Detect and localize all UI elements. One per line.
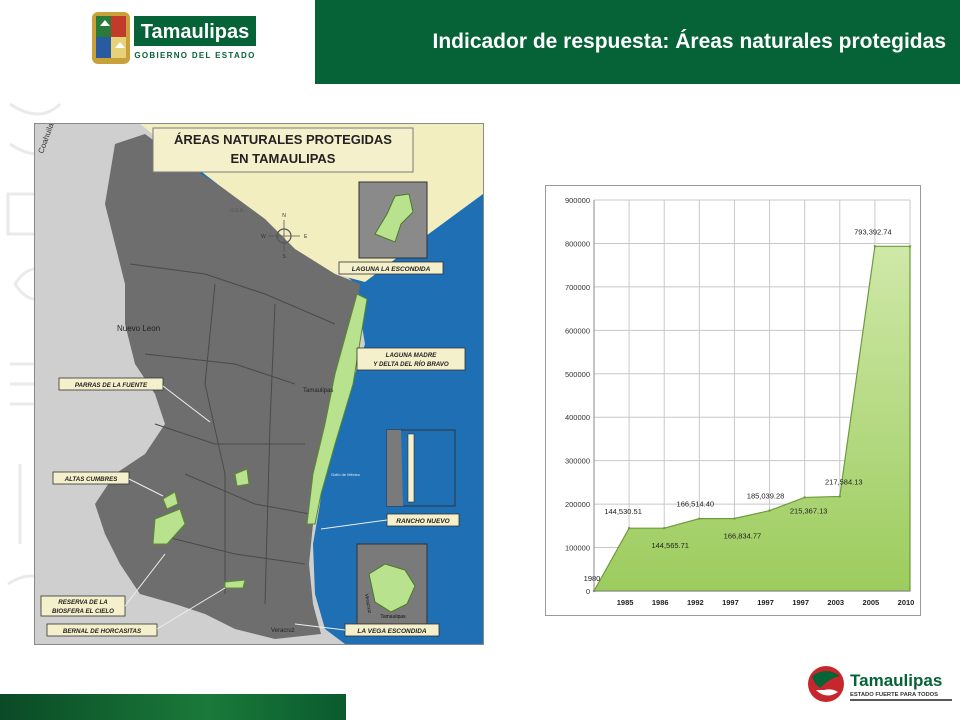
x-tick-label: 2005 [863, 598, 880, 607]
nuevo-leon-label: Nuevo Leon [117, 324, 160, 333]
svg-text:N: N [282, 213, 286, 219]
y-tick-label: 0 [586, 587, 590, 596]
x-tick-label: 1986 [652, 598, 669, 607]
inset-tamaulipas-label: Tamaulipas [380, 614, 406, 620]
data-label: 185,039.28 [747, 492, 785, 501]
data-point [627, 527, 631, 530]
tamaulipas-label: Tamaulipas [303, 388, 333, 394]
x-tick-label: 2010 [898, 598, 915, 607]
label-laguna-escondida: LAGUNA LA ESCONDIDA [352, 266, 431, 273]
footer-logo-slogan: ESTADO FUERTE PARA TODOS [850, 692, 938, 698]
tamaulipas-swirl-icon [808, 666, 844, 702]
data-label: 217,584.13 [825, 477, 863, 486]
map-title-line2: EN TAMAULIPAS [231, 151, 336, 166]
footer-logo-name: Tamaulipas [850, 671, 942, 690]
y-tick-label: 800000 [565, 239, 590, 248]
x-tick-label: 1992 [687, 598, 704, 607]
data-label: 215,367.13 [790, 506, 828, 515]
label-laguna-madre-2: Y DELTA DEL RÍO BRAVO [373, 361, 449, 368]
page-title: Indicador de respuesta: Áreas naturales … [432, 30, 947, 53]
data-label: 166,834.77 [724, 532, 762, 541]
y-tick-label: 900000 [565, 196, 590, 205]
data-point [908, 245, 912, 248]
logo-subtitle: GOBIERNO DEL ESTADO [134, 51, 255, 60]
data-point [838, 495, 841, 498]
x-tick-label: 2003 [827, 598, 844, 607]
label-reserva-2: BIOSFERA EL CIELO [52, 608, 114, 615]
label-parras: PARRAS DE LA FUENTE [75, 382, 148, 389]
x-tick-label: 1985 [617, 598, 634, 607]
data-point [663, 526, 666, 530]
y-tick-label: 500000 [565, 370, 590, 379]
data-label: 144,530.51 [604, 507, 642, 516]
data-point [698, 517, 701, 520]
svg-text:W: W [261, 234, 266, 240]
data-label: 144,565.71 [651, 541, 689, 550]
data-point [768, 509, 771, 512]
data-point [803, 496, 806, 499]
logo-name: Tamaulipas [141, 21, 250, 43]
protected-area-bernal [224, 579, 246, 589]
gulf-label: Golfo de México [331, 472, 361, 477]
footer-bar [0, 694, 346, 720]
x-tick-label: 1997 [792, 598, 809, 607]
y-tick-label: 600000 [565, 326, 590, 335]
usa-label: U.S.A. [230, 208, 244, 214]
protected-area-chart: 0 100000 200000 300000 400000 500000 600000 700… [545, 185, 921, 616]
veracruz-label: Veracruz [271, 628, 295, 634]
area-chart-svg: 0 100000 200000 300000 400000 500000 600000 700… [565, 196, 915, 607]
label-la-vega-escondida: LA VEGA ESCONDIDA [357, 628, 427, 635]
map-title-line1: ÁREAS NATURALES PROTEGIDAS [174, 132, 392, 147]
label-bernal: BERNAL DE HORCASITAS [63, 628, 142, 635]
y-tick-label: 100000 [565, 544, 590, 553]
data-point [873, 245, 877, 248]
label-laguna-madre-1: LAGUNA MADRE [386, 352, 438, 359]
data-label: 166,514.40 [677, 500, 715, 509]
state-government-logo: Tamaulipas GOBIERNO DEL ESTADO [88, 8, 260, 70]
x-tick-label: 1997 [722, 598, 739, 607]
y-tick-label: 300000 [565, 457, 590, 466]
label-altas-cumbres: ALTAS CUMBRES [64, 476, 119, 483]
data-point [733, 517, 736, 520]
label-rancho-nuevo: RANCHO NUEVO [396, 518, 449, 525]
data-label: 793,392.74 [854, 227, 892, 236]
header-bar: Indicador de respuesta: Áreas naturales … [315, 0, 960, 84]
y-tick-label: 700000 [565, 283, 590, 292]
coat-of-arms-icon [92, 12, 130, 64]
protected-areas-map: ÁREAS NATURALES PROTEGIDAS EN TAMAULIPAS… [34, 123, 484, 645]
y-tick-label: 400000 [565, 413, 590, 422]
x-tick-label: 1997 [757, 598, 774, 607]
data-label: 1980 [584, 574, 601, 583]
footer-logo: Tamaulipas ESTADO FUERTE PARA TODOS [806, 664, 956, 704]
y-tick-label: 200000 [565, 500, 590, 509]
label-reserva-1: RESERVA DE LA [58, 599, 108, 606]
